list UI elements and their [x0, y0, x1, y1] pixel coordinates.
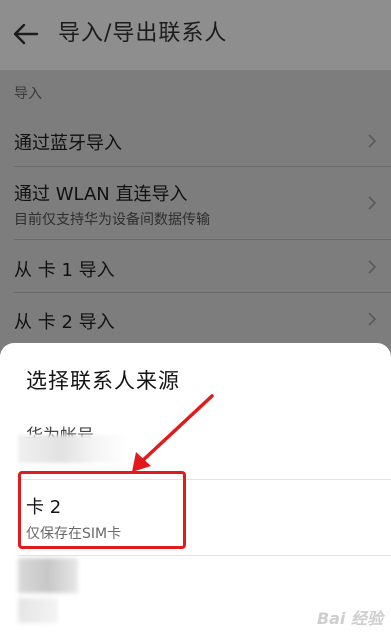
list-item-sim1-import[interactable]: 从 卡 1 导入	[0, 240, 391, 292]
blur-mask	[18, 558, 78, 593]
top-app-bar: 导入/导出联系人	[0, 0, 391, 70]
select-source-dialog: 选择联系人来源 华为帐号 卡 2 仅保存在SIM卡 Bai 经验	[0, 343, 391, 635]
section-label-import: 导入	[14, 86, 42, 102]
list-item-label: 从 卡 2 导入	[14, 312, 115, 333]
highlight-box	[18, 471, 186, 549]
back-button[interactable]	[10, 18, 42, 50]
list-item-bluetooth-import[interactable]: 通过蓝牙导入	[0, 118, 391, 166]
chevron-right-icon	[368, 312, 377, 326]
blur-mask	[18, 598, 58, 623]
chevron-right-icon	[368, 260, 377, 274]
list-item-wlan-import[interactable]: 通过 WLAN 直连导入 目前仅支持华为设备间数据传输	[0, 167, 391, 239]
list-item-label: 通过 WLAN 直连导入	[14, 184, 188, 205]
back-arrow-icon	[13, 23, 39, 45]
list-item-label: 通过蓝牙导入	[14, 133, 122, 154]
watermark: Bai 经验	[316, 609, 383, 628]
list-item-sublabel: 目前仅支持华为设备间数据传输	[14, 212, 210, 228]
divider	[18, 555, 391, 556]
blur-mask	[18, 435, 128, 463]
list-item-label: 从 卡 1 导入	[14, 260, 115, 281]
dialog-title: 选择联系人来源	[26, 369, 180, 393]
chevron-right-icon	[368, 196, 377, 210]
list-item-sim2-import[interactable]: 从 卡 2 导入	[0, 293, 391, 343]
chevron-right-icon	[368, 134, 377, 148]
page-title: 导入/导出联系人	[58, 21, 228, 46]
